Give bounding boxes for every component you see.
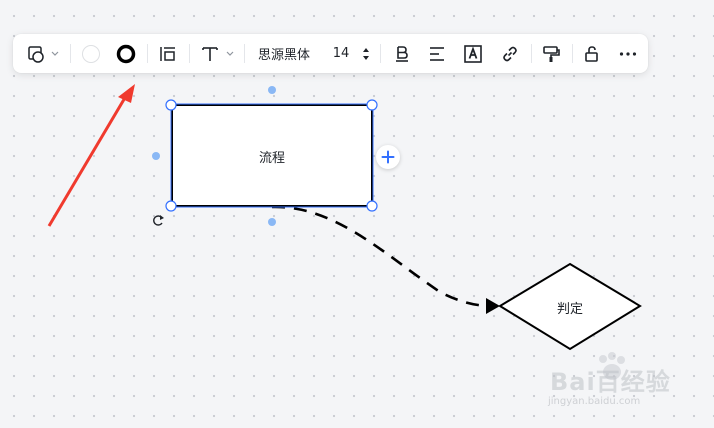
text-style-button[interactable] [196, 34, 240, 73]
toolbar-divider [147, 44, 148, 63]
toolbar-divider [244, 44, 245, 63]
watermark: Bai百经验 jingyan.baidu.com [546, 352, 676, 412]
connection-point-bottom[interactable] [268, 218, 276, 226]
toolbar-divider [380, 44, 381, 63]
link-icon [503, 46, 517, 61]
toolbar-divider [70, 44, 71, 63]
text-style-icon [202, 46, 234, 61]
layout-button[interactable] [155, 34, 181, 73]
decision-label: 判定 [556, 302, 583, 317]
font-size-input[interactable]: 14 [325, 34, 357, 73]
rotate-handle-icon[interactable] [153, 215, 164, 226]
format-painter-button[interactable] [538, 34, 564, 73]
text-background-button[interactable] [460, 34, 486, 73]
border-style-icon [116, 44, 136, 63]
layout-icon [160, 46, 175, 61]
link-button[interactable] [497, 34, 523, 73]
resize-handle-bottom-right[interactable] [366, 200, 378, 212]
toolbar-divider [531, 44, 532, 63]
stepper-arrows-icon [363, 47, 369, 60]
plus-icon [381, 150, 395, 164]
watermark-text: Bai百经验 [550, 368, 671, 396]
format-painter-icon [543, 45, 560, 62]
watermark-url: jingyan.baidu.com [548, 396, 641, 407]
font-size-stepper[interactable] [359, 34, 373, 73]
resize-handle-top-right[interactable] [366, 99, 378, 111]
resize-handle-top-left[interactable] [165, 99, 177, 111]
text-background-icon [464, 44, 482, 63]
process-label: 流程 [258, 151, 285, 166]
connector-arrowhead [486, 298, 500, 314]
toolbar-divider [572, 44, 573, 63]
shape-toolbar: 思源黑体 14 [13, 34, 648, 73]
font-family-select[interactable]: 思源黑体 [249, 34, 319, 73]
shape-style-icon [28, 45, 59, 63]
align-button[interactable] [424, 34, 450, 73]
bold-underline-button[interactable] [389, 34, 415, 73]
connection-point-top[interactable] [268, 86, 276, 94]
shape-style-button[interactable] [21, 34, 63, 73]
lock-button[interactable] [579, 34, 605, 73]
fill-color-icon [82, 44, 100, 63]
border-style-button[interactable] [113, 34, 139, 73]
more-icon [619, 51, 637, 56]
unlock-icon [585, 45, 598, 62]
align-icon [430, 46, 444, 61]
toolbar-divider [189, 44, 190, 63]
connection-point-left[interactable] [152, 152, 160, 160]
more-button[interactable] [614, 34, 642, 73]
add-shape-button[interactable] [376, 145, 400, 169]
annotation-arrow [47, 84, 135, 227]
bold-underline-icon [396, 45, 408, 62]
dashed-connector[interactable] [271, 205, 489, 308]
resize-handle-bottom-left[interactable] [165, 200, 177, 212]
fill-color-button[interactable] [78, 34, 104, 73]
